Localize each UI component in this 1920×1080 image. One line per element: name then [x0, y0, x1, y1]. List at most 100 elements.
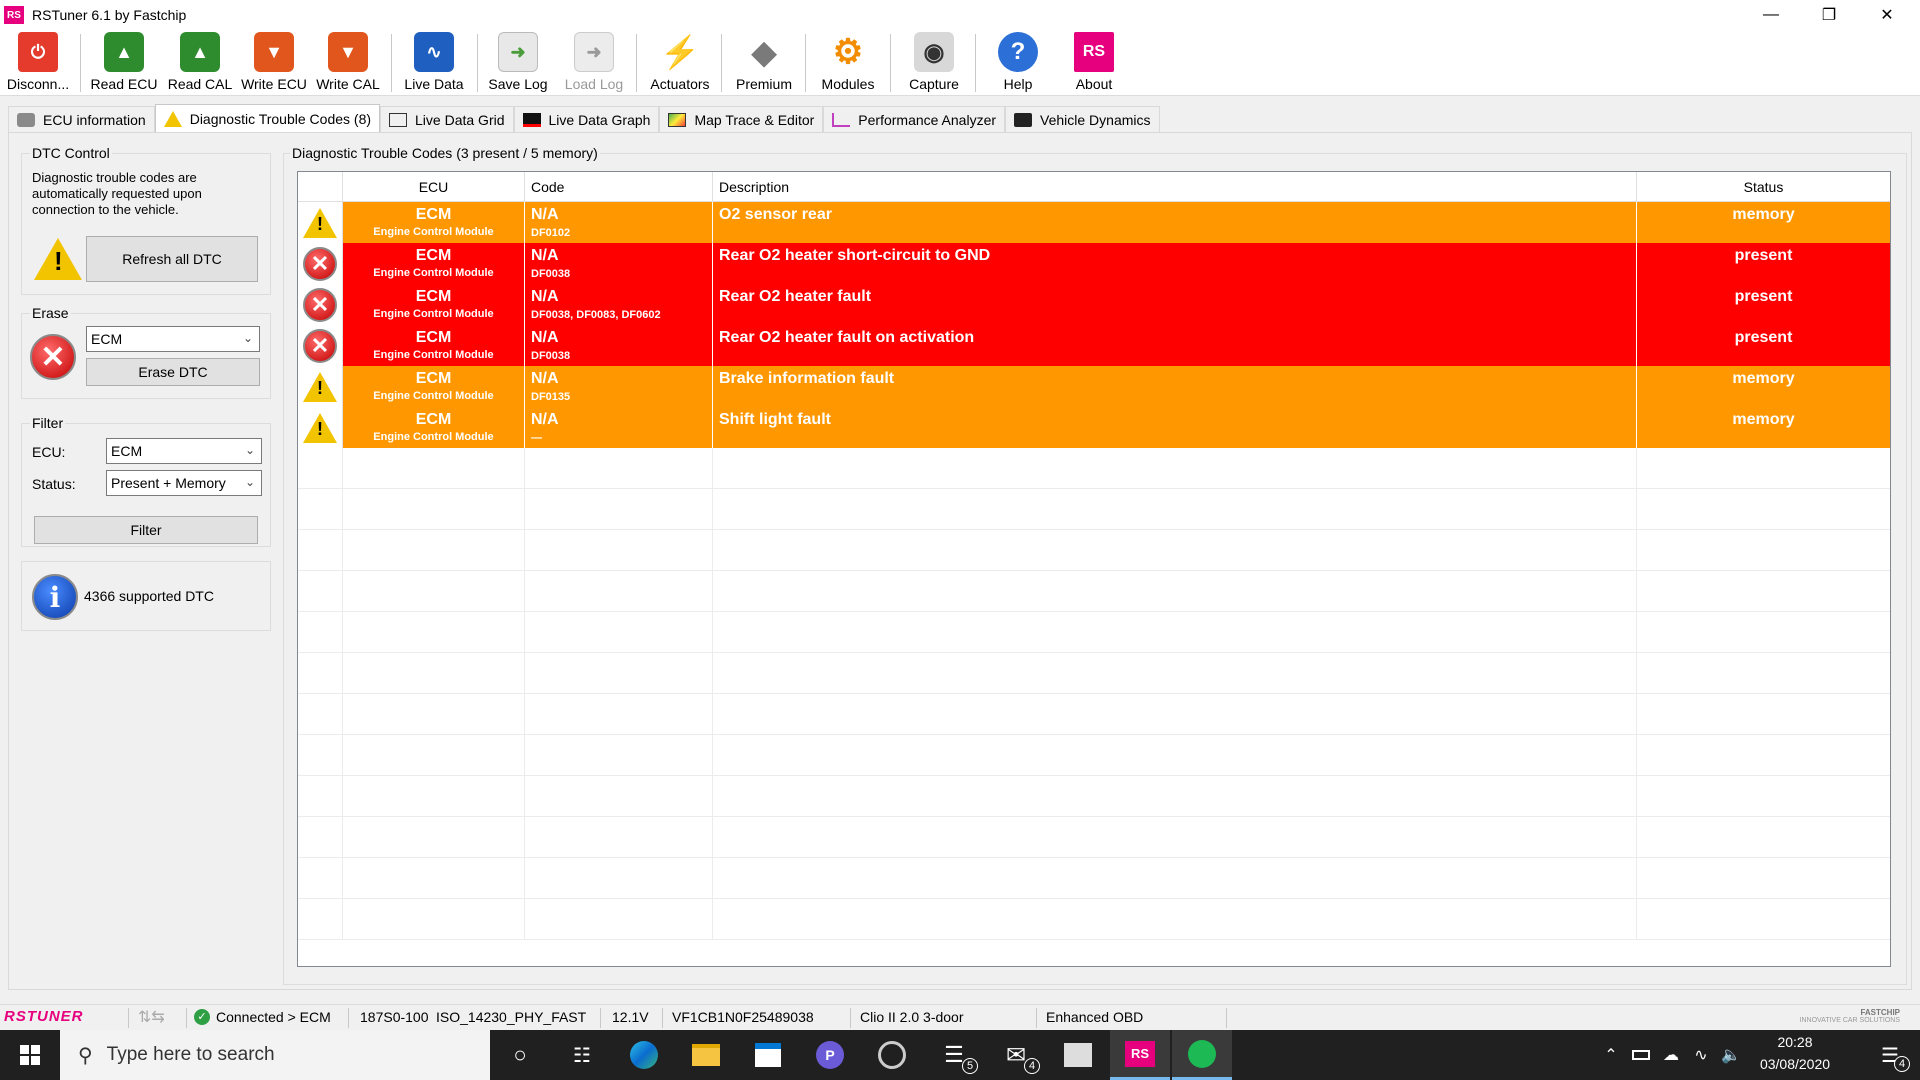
- rs-logo-icon: RS: [1074, 32, 1114, 72]
- modules-gear-icon: ⚙: [828, 32, 868, 72]
- minimize-icon[interactable]: —: [1742, 0, 1800, 30]
- performance-curve-icon: [832, 112, 851, 127]
- spotify-icon[interactable]: [1172, 1030, 1232, 1080]
- save-log-button[interactable]: ➜ Save Log: [482, 32, 554, 94]
- table-row[interactable]: ECM Engine Control Module N/A DF0102 O2 se…: [298, 202, 1890, 243]
- task-view-icon[interactable]: ☷: [552, 1030, 612, 1080]
- tab-live-data-grid[interactable]: Live Data Grid: [380, 106, 514, 132]
- table-row[interactable]: ECM Engine Control Module N/A — Shift ligh…: [298, 407, 1890, 448]
- refresh-all-dtc-button[interactable]: Refresh all DTC: [86, 236, 258, 282]
- window-app-icon[interactable]: [1048, 1030, 1108, 1080]
- help-button[interactable]: ? Help: [980, 32, 1056, 94]
- read-cal-button[interactable]: ▲ Read CAL: [162, 32, 238, 94]
- rstuner-taskbar-icon[interactable]: RS: [1110, 1030, 1170, 1080]
- info-icon: i: [32, 574, 78, 620]
- tab-label: Live Data Graph: [548, 111, 651, 128]
- filter-button[interactable]: Filter: [34, 516, 258, 544]
- column-header-code[interactable]: Code: [525, 172, 713, 202]
- icon-column-header: [298, 172, 343, 202]
- window-title: RSTuner 6.1 by Fastchip: [32, 7, 187, 23]
- empty-row: [298, 653, 1890, 694]
- table-row[interactable]: ECM Engine Control Module N/A DF0135 Brake…: [298, 366, 1890, 407]
- media-app-icon[interactable]: [862, 1030, 922, 1080]
- restore-icon[interactable]: ❐: [1800, 0, 1858, 30]
- chevron-down-icon: ⌄: [244, 443, 255, 457]
- actuators-button[interactable]: ⚡ Actuators: [642, 32, 718, 94]
- column-header-status[interactable]: Status: [1637, 172, 1890, 202]
- write-ecu-button[interactable]: ▼ Write ECU: [236, 32, 312, 94]
- notifications-icon[interactable]: ☰ 4: [1860, 1030, 1920, 1080]
- filter-ecu-select[interactable]: ECM ⌄: [106, 438, 262, 464]
- load-log-button[interactable]: ➜ Load Log: [556, 32, 632, 94]
- edge-browser-icon[interactable]: [614, 1030, 674, 1080]
- app-p-icon[interactable]: P: [800, 1030, 860, 1080]
- clock-date[interactable]: 03/08/2020: [1750, 1056, 1840, 1072]
- tab-label: ECU information: [43, 111, 146, 128]
- rstuner-logo: RSTUNER: [4, 1008, 84, 1025]
- erase-dtc-button[interactable]: Erase DTC: [86, 358, 260, 386]
- about-label: About: [1075, 76, 1113, 92]
- tab-performance-analyzer[interactable]: Performance Analyzer: [823, 106, 1006, 132]
- search-icon: ⚲: [78, 1044, 93, 1067]
- disconnect-button[interactable]: ⏻ Disconn...: [2, 32, 74, 94]
- row-code: N/A: [531, 247, 559, 264]
- status-bar: RSTUNER ⇅⇆ ✓ Connected > ECM 187S0-100 I…: [0, 1004, 1920, 1030]
- table-row[interactable]: ✕ ECM Engine Control Module N/A DF0038 Rea…: [298, 243, 1890, 284]
- camera-icon: ◉: [914, 32, 954, 72]
- battery-icon[interactable]: [1626, 1030, 1656, 1080]
- warning-icon: [298, 407, 343, 448]
- read-cal-label: Read CAL: [167, 76, 233, 92]
- tab-label: Live Data Grid: [415, 111, 505, 128]
- filter-status-select[interactable]: Present + Memory ⌄: [106, 470, 262, 496]
- taskbar-search-box[interactable]: ⚲ Type here to search: [60, 1030, 490, 1080]
- chevron-up-icon[interactable]: ⌃: [1596, 1030, 1626, 1080]
- disconnect-label: Disconn...: [6, 76, 70, 92]
- onedrive-cloud-icon[interactable]: ☁: [1656, 1030, 1686, 1080]
- lightning-icon: ⚡: [660, 32, 700, 72]
- vin-number: VF1CB1N0F25489038: [672, 1009, 814, 1025]
- table-row[interactable]: ✕ ECM Engine Control Module N/A DF0038 Rea…: [298, 325, 1890, 366]
- obd-mode: Enhanced OBD: [1046, 1009, 1144, 1025]
- tab-live-data-graph[interactable]: Live Data Graph: [513, 106, 660, 132]
- supported-dtc-count: 4366 supported DTC: [84, 588, 214, 604]
- row-status: memory: [1732, 411, 1795, 428]
- vehicle-model: Clio II 2.0 3-door: [860, 1009, 964, 1025]
- modules-label: Modules: [821, 76, 875, 92]
- erase-ecu-select[interactable]: ECM ⌄: [86, 326, 260, 352]
- column-header-description[interactable]: Description: [713, 172, 1637, 202]
- capture-button[interactable]: ◉ Capture: [896, 32, 972, 94]
- tab-map-trace-editor[interactable]: Map Trace & Editor: [659, 106, 824, 132]
- close-icon[interactable]: ✕: [1858, 0, 1916, 30]
- dtc-list-title: Diagnostic Trouble Codes (3 present / 5 …: [290, 145, 600, 161]
- write-cal-button[interactable]: ▼ Write CAL: [310, 32, 386, 94]
- table-row[interactable]: ✕ ECM Engine Control Module N/A DF0038, DF…: [298, 284, 1890, 325]
- volume-icon[interactable]: 🔈: [1716, 1030, 1746, 1080]
- write-cal-icon: ▼: [328, 32, 368, 72]
- windows-start-icon[interactable]: [0, 1030, 60, 1080]
- tab-ecu-information[interactable]: ECU information: [8, 106, 155, 132]
- row-ecu-sub: Engine Control Module: [373, 308, 494, 320]
- windows-taskbar: ⚲ Type here to search ○ ☷ P ☰ 5 ✉ 4 RS ⌃…: [0, 1030, 1920, 1080]
- load-log-icon: ➜: [574, 32, 614, 72]
- file-explorer-icon[interactable]: [676, 1030, 736, 1080]
- dtc-table[interactable]: ECU Code Description Status ECM Engine Co…: [297, 171, 1891, 967]
- row-ecu-sub: Engine Control Module: [373, 226, 494, 238]
- clock-time[interactable]: 20:28: [1750, 1034, 1840, 1050]
- column-header-ecu[interactable]: ECU: [343, 172, 525, 202]
- mail-icon[interactable]: ✉ 4: [986, 1030, 1046, 1080]
- microsoft-store-icon[interactable]: [738, 1030, 798, 1080]
- premium-button[interactable]: ◆ Premium: [726, 32, 802, 94]
- about-button[interactable]: RS About: [1056, 32, 1132, 94]
- stacked-app-icon[interactable]: ☰ 5: [924, 1030, 984, 1080]
- read-ecu-button[interactable]: ▲ Read ECU: [86, 32, 162, 94]
- live-data-button[interactable]: ∿ Live Data: [396, 32, 472, 94]
- cortana-icon[interactable]: ○: [490, 1030, 550, 1080]
- row-code: N/A: [531, 329, 559, 346]
- modules-button[interactable]: ⚙ Modules: [810, 32, 886, 94]
- wifi-icon[interactable]: ∿: [1686, 1030, 1716, 1080]
- save-log-icon: ➜: [498, 32, 538, 72]
- tab-diagnostic-trouble-codes[interactable]: Diagnostic Trouble Codes (8): [154, 104, 381, 132]
- tab-vehicle-dynamics[interactable]: Vehicle Dynamics: [1005, 106, 1160, 132]
- empty-row: [298, 899, 1890, 940]
- capture-label: Capture: [909, 76, 959, 92]
